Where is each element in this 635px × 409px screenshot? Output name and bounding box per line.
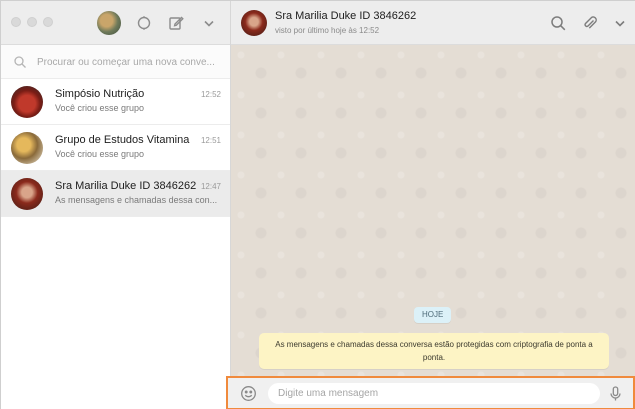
search-icon[interactable]	[549, 14, 567, 32]
chat-name: Simpósio Nutrição	[55, 88, 145, 100]
minimize-window-button[interactable]	[27, 17, 37, 27]
chat-list-item[interactable]: Grupo de Estudos Vitamina 12:51 Você cri…	[1, 125, 230, 171]
new-chat-icon[interactable]	[167, 14, 185, 32]
profile-avatar[interactable]	[97, 11, 121, 35]
chat-name: Grupo de Estudos Vitamina	[55, 134, 190, 146]
search-input[interactable]	[37, 51, 223, 73]
chat-avatar	[11, 178, 43, 210]
app-window: Simpósio Nutrição 12:52 Você criou esse …	[0, 0, 635, 409]
search-icon	[13, 55, 27, 69]
date-divider: HOJE	[414, 307, 452, 323]
chat-name: Sra Marilia Duke ID 3846262	[55, 180, 197, 192]
chat-preview: As mensagens e chamadas dessa con...	[55, 195, 218, 205]
sidebar: Simpósio Nutrição 12:52 Você criou esse …	[1, 1, 231, 409]
conversation-header: Sra Marilia Duke ID 3846262 visto por úl…	[231, 1, 635, 45]
conversation-panel: Sra Marilia Duke ID 3846262 visto por úl…	[226, 1, 635, 409]
chevron-down-icon[interactable]	[611, 14, 629, 32]
contact-last-seen: visto por último hoje às 12:52	[275, 26, 380, 35]
close-window-button[interactable]	[11, 17, 21, 27]
message-input[interactable]	[268, 383, 600, 404]
chat-avatar	[11, 132, 43, 164]
status-icon[interactable]	[135, 14, 153, 32]
chat-list-item-active[interactable]: Sra Marilia Duke ID 3846262 12:47 As men…	[1, 171, 230, 217]
chat-time: 12:51	[200, 136, 221, 145]
message-area: HOJE As mensagens e chamadas dessa conve…	[231, 45, 635, 376]
encryption-notice[interactable]: As mensagens e chamadas dessa conversa e…	[259, 333, 609, 369]
emoji-icon[interactable]	[240, 385, 257, 402]
chat-time: 12:52	[200, 90, 221, 99]
chat-time: 12:47	[200, 182, 221, 191]
chevron-down-icon[interactable]	[200, 14, 218, 32]
paperclip-icon[interactable]	[581, 14, 599, 32]
chat-preview: Você criou esse grupo	[55, 149, 145, 159]
mic-icon[interactable]	[607, 385, 624, 402]
chat-preview: Você criou esse grupo	[55, 103, 145, 113]
zoom-window-button[interactable]	[43, 17, 53, 27]
chat-list-item[interactable]: Simpósio Nutrição 12:52 Você criou esse …	[1, 79, 230, 125]
window-controls	[11, 17, 53, 27]
sidebar-header	[1, 1, 230, 45]
chat-list: Simpósio Nutrição 12:52 Você criou esse …	[1, 79, 230, 217]
search-bar	[1, 45, 230, 79]
contact-avatar[interactable]	[241, 10, 267, 36]
chat-avatar	[11, 86, 43, 118]
contact-name[interactable]: Sra Marilia Duke ID 3846262	[275, 10, 416, 22]
message-composer	[226, 376, 635, 409]
